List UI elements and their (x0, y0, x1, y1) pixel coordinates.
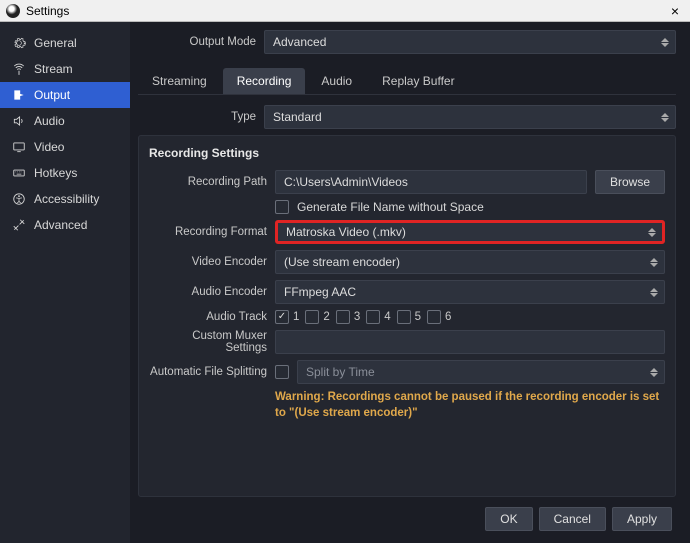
custom-muxer-label: Custom Muxer Settings (149, 330, 267, 354)
recording-format-select[interactable]: Matroska Video (.mkv) (275, 220, 665, 244)
track-3-label: 3 (354, 311, 360, 323)
recording-path-value: C:\Users\Admin\Videos (284, 175, 408, 189)
track-5-checkbox[interactable] (397, 310, 411, 324)
track-3-checkbox[interactable] (336, 310, 350, 324)
sidebar-item-video[interactable]: Video (0, 134, 130, 160)
close-icon[interactable]: × (666, 4, 684, 18)
type-value: Standard (273, 110, 322, 124)
track-6-label: 6 (445, 311, 451, 323)
output-tabs: Streaming Recording Audio Replay Buffer (138, 68, 676, 95)
ok-button[interactable]: OK (485, 507, 532, 531)
sidebar-item-label: General (34, 36, 77, 50)
sidebar-item-label: Audio (34, 114, 65, 128)
output-mode-row: Output Mode Advanced (138, 30, 676, 54)
tools-icon (12, 218, 26, 232)
sidebar: General Stream Output Audio Video Hotkey… (0, 22, 130, 543)
auto-split-mode-value: Split by Time (306, 365, 375, 379)
chevron-updown-icon (648, 363, 660, 381)
recording-format-row: Recording Format Matroska Video (.mkv) (149, 220, 665, 244)
browse-button[interactable]: Browse (595, 170, 665, 194)
audio-encoder-value: FFmpeg AAC (284, 285, 356, 299)
sidebar-item-hotkeys[interactable]: Hotkeys (0, 160, 130, 186)
audio-track-label: Audio Track (149, 311, 267, 323)
recording-format-value: Matroska Video (.mkv) (286, 225, 406, 239)
apply-button[interactable]: Apply (612, 507, 672, 531)
chevron-updown-icon (646, 225, 658, 239)
audio-track-row: Audio Track 1 2 3 4 5 6 (149, 310, 665, 324)
custom-muxer-row: Custom Muxer Settings (149, 330, 665, 354)
sidebar-item-label: Hotkeys (34, 166, 77, 180)
recording-path-input[interactable]: C:\Users\Admin\Videos (275, 170, 587, 194)
track-4-checkbox[interactable] (366, 310, 380, 324)
recording-path-row: Recording Path C:\Users\Admin\Videos Bro… (149, 170, 665, 194)
track-2-label: 2 (323, 311, 329, 323)
sidebar-item-advanced[interactable]: Advanced (0, 212, 130, 238)
output-mode-select[interactable]: Advanced (264, 30, 676, 54)
gear-icon (12, 36, 26, 50)
auto-split-label: Automatic File Splitting (149, 366, 267, 378)
track-1-checkbox[interactable] (275, 310, 289, 324)
gen-no-space-row: Generate File Name without Space (149, 200, 665, 214)
content-area: Output Mode Advanced Streaming Recording… (130, 22, 690, 543)
audio-track-checkboxes: 1 2 3 4 5 6 (275, 310, 451, 324)
track-2-checkbox[interactable] (305, 310, 319, 324)
encoder-warning: Warning: Recordings cannot be paused if … (275, 390, 665, 421)
audio-encoder-row: Audio Encoder FFmpeg AAC (149, 280, 665, 304)
video-encoder-value: (Use stream encoder) (284, 255, 400, 269)
tab-recording[interactable]: Recording (223, 68, 306, 94)
type-label: Type (138, 111, 256, 123)
sidebar-item-output[interactable]: Output (0, 82, 130, 108)
monitor-icon (12, 140, 26, 154)
gen-no-space-label: Generate File Name without Space (297, 200, 484, 214)
auto-split-mode-select[interactable]: Split by Time (297, 360, 665, 384)
panel-heading: Recording Settings (149, 146, 665, 160)
titlebar: Settings × (0, 0, 690, 22)
tab-streaming[interactable]: Streaming (138, 68, 221, 94)
track-1-label: 1 (293, 311, 299, 323)
dialog-footer: OK Cancel Apply (138, 497, 676, 535)
auto-split-checkbox[interactable] (275, 365, 289, 379)
track-6-checkbox[interactable] (427, 310, 441, 324)
video-encoder-select[interactable]: (Use stream encoder) (275, 250, 665, 274)
chevron-updown-icon (659, 33, 671, 51)
sidebar-item-general[interactable]: General (0, 30, 130, 56)
keyboard-icon (12, 166, 26, 180)
gen-no-space-checkbox[interactable] (275, 200, 289, 214)
sidebar-item-label: Output (34, 88, 70, 102)
accessibility-icon (12, 192, 26, 206)
track-4-label: 4 (384, 311, 390, 323)
window-title: Settings (26, 4, 666, 18)
chevron-updown-icon (648, 283, 660, 301)
type-row: Type Standard (138, 105, 676, 129)
audio-encoder-select[interactable]: FFmpeg AAC (275, 280, 665, 304)
cancel-button[interactable]: Cancel (539, 507, 606, 531)
chevron-updown-icon (659, 108, 671, 126)
speaker-icon (12, 114, 26, 128)
type-select[interactable]: Standard (264, 105, 676, 129)
chevron-updown-icon (648, 253, 660, 271)
sidebar-item-stream[interactable]: Stream (0, 56, 130, 82)
auto-split-row: Automatic File Splitting Split by Time (149, 360, 665, 384)
sidebar-item-label: Stream (34, 62, 73, 76)
custom-muxer-input[interactable] (275, 330, 665, 354)
output-icon (12, 88, 26, 102)
audio-encoder-label: Audio Encoder (149, 286, 267, 298)
recording-settings-panel: Recording Settings Recording Path C:\Use… (138, 135, 676, 497)
tab-replay-buffer[interactable]: Replay Buffer (368, 68, 469, 94)
antenna-icon (12, 62, 26, 76)
app-icon (6, 4, 20, 18)
recording-format-label: Recording Format (149, 226, 267, 238)
video-encoder-label: Video Encoder (149, 256, 267, 268)
tab-audio[interactable]: Audio (307, 68, 366, 94)
recording-path-label: Recording Path (149, 176, 267, 188)
sidebar-item-accessibility[interactable]: Accessibility (0, 186, 130, 212)
sidebar-item-label: Video (34, 140, 64, 154)
output-mode-value: Advanced (273, 35, 326, 49)
track-5-label: 5 (415, 311, 421, 323)
output-mode-label: Output Mode (138, 36, 256, 48)
video-encoder-row: Video Encoder (Use stream encoder) (149, 250, 665, 274)
sidebar-item-audio[interactable]: Audio (0, 108, 130, 134)
sidebar-item-label: Advanced (34, 218, 87, 232)
sidebar-item-label: Accessibility (34, 192, 99, 206)
